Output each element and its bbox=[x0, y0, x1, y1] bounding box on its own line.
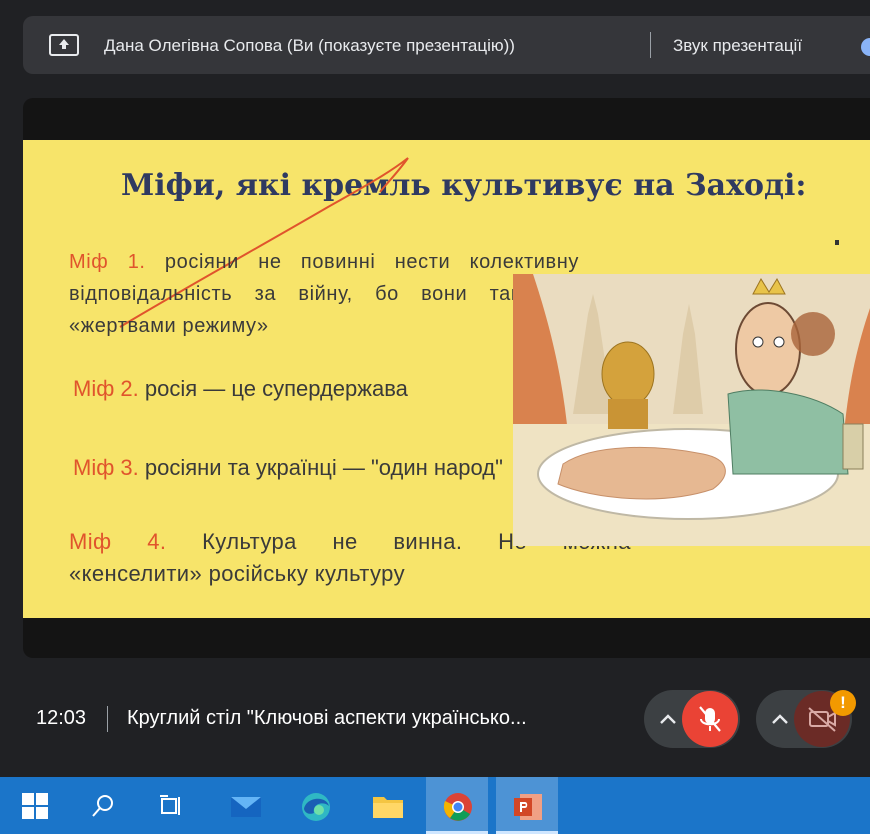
windows-logo-icon bbox=[22, 793, 48, 819]
meeting-title: Круглий стіл "Ключові аспекти українсько… bbox=[127, 707, 527, 729]
myth-number: Міф 3. bbox=[73, 455, 145, 480]
powerpoint-app[interactable] bbox=[496, 777, 558, 834]
myth-1: Міф 1. росіяни не повинні нести колектив… bbox=[69, 246, 579, 342]
task-view-icon bbox=[160, 795, 180, 815]
presenting-banner: Дана Олегівна Сопова (Ви (показуєте през… bbox=[23, 16, 870, 74]
windows-start-button[interactable] bbox=[4, 777, 66, 834]
chevron-up-icon[interactable] bbox=[658, 710, 678, 728]
myth-number-digit: 4. bbox=[147, 529, 167, 554]
slide: Міфи, які кремль культивує на Заході: Мі… bbox=[23, 140, 870, 618]
chrome-app[interactable] bbox=[426, 777, 488, 834]
divider bbox=[107, 706, 108, 732]
powerpoint-icon bbox=[514, 794, 542, 820]
audio-toggle[interactable] bbox=[861, 38, 870, 56]
search-icon bbox=[92, 795, 113, 817]
task-view-button[interactable] bbox=[140, 777, 202, 834]
myth-text-line2: «кенселити» російську культуру bbox=[69, 561, 405, 586]
myth-word: Культура bbox=[202, 529, 297, 554]
meeting-time: 12:03 bbox=[36, 707, 87, 729]
presenter-name: Дана Олегівна Сопова (Ви (показуєте през… bbox=[104, 36, 515, 55]
edge-icon bbox=[302, 793, 330, 821]
folder-icon bbox=[373, 797, 403, 818]
mouse-cursor bbox=[835, 240, 839, 245]
mail-app[interactable] bbox=[214, 777, 276, 834]
mail-icon bbox=[231, 797, 261, 817]
microphone-toggle-button[interactable] bbox=[682, 691, 738, 747]
mic-control-group bbox=[644, 690, 740, 748]
presentation-stage: Міфи, які кремль культивує на Заході: Мі… bbox=[23, 98, 870, 658]
taskbar-search-button[interactable] bbox=[72, 777, 134, 834]
myth-text: росія — це супердержава bbox=[144, 376, 408, 401]
myth-word: винна. bbox=[393, 529, 463, 554]
present-screen-icon bbox=[49, 34, 79, 56]
mic-off-icon bbox=[699, 706, 721, 732]
file-explorer-app[interactable] bbox=[356, 777, 418, 834]
presentation-audio-label[interactable]: Звук презентації bbox=[673, 36, 802, 56]
myth-text: росіяни та українці — "один народ" bbox=[144, 455, 503, 480]
edge-browser-app[interactable] bbox=[284, 777, 346, 834]
myth-2: Міф 2. росія — це супердержава bbox=[73, 373, 408, 405]
divider bbox=[650, 32, 651, 58]
chrome-icon bbox=[443, 793, 472, 821]
myth-number: Міф bbox=[69, 529, 112, 554]
taskbar bbox=[0, 777, 870, 834]
cartoon-illustration bbox=[513, 274, 870, 546]
myth-number: Міф 2. bbox=[73, 376, 145, 401]
myth-word: не bbox=[332, 529, 358, 554]
warning-badge[interactable]: ! bbox=[830, 690, 856, 716]
myth-number: Міф 1. bbox=[69, 251, 165, 273]
myth-3: Міф 3. росіяни та українці — "один народ… bbox=[73, 452, 503, 484]
chevron-up-icon[interactable] bbox=[770, 710, 790, 728]
